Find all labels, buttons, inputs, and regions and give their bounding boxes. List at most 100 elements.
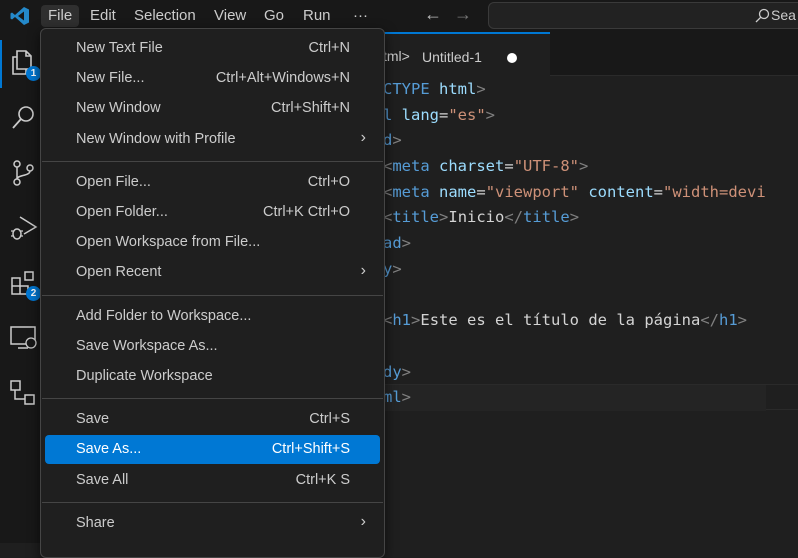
code-token: meta — [392, 182, 440, 201]
menu-item-label: Open Workspace from File... — [76, 234, 261, 251]
explorer-button[interactable]: 1 — [8, 48, 41, 81]
menu-separator — [42, 501, 383, 503]
remote-explorer-icon — [10, 326, 37, 349]
tab-untitled-1[interactable]: tml> Untitled-1 — [383, 32, 550, 76]
remote-explorer-button[interactable] — [8, 323, 38, 353]
code-token: ml — [383, 388, 402, 407]
menu-item-shortcut: Ctrl+Alt+Windows+N — [215, 70, 350, 87]
code-token: > — [439, 208, 449, 227]
search-button[interactable] — [8, 103, 38, 133]
menu-item-add-folder-to-workspace[interactable]: Add Folder to Workspace... — [45, 302, 380, 331]
menu-item-label: Open Folder... — [76, 204, 168, 220]
badge: 1 — [26, 66, 41, 81]
vscode-logo-icon — [10, 7, 29, 25]
code-token: > — [737, 311, 748, 330]
code-token: > — [411, 311, 421, 330]
menu-separator — [42, 294, 383, 296]
code-token: > — [392, 131, 402, 150]
menu-item-shortcut: Ctrl+N — [308, 40, 351, 56]
chevron-right-icon: › — [360, 512, 366, 530]
source-control-button[interactable] — [8, 158, 38, 188]
forward-arrow-icon[interactable]: → — [454, 4, 472, 25]
code-token: Inicio — [448, 208, 505, 227]
code-token: "width=devi — [663, 182, 766, 201]
code-token: title — [523, 208, 570, 227]
code-line: ml> — [383, 385, 766, 411]
code-line: CTYPE html> — [383, 77, 766, 103]
search-placeholder: Sea — [771, 7, 796, 23]
code-line: <title>Inicio</title> — [383, 205, 766, 231]
code-token: html — [439, 80, 477, 98]
back-arrow-icon[interactable]: ← — [424, 4, 442, 25]
menu-item-open-folder[interactable]: Open Folder... Ctrl+K Ctrl+O — [45, 198, 380, 227]
menu-edit[interactable]: Edit — [83, 5, 123, 27]
menu-item-duplicate-workspace[interactable]: Duplicate Workspace — [45, 362, 380, 391]
code-line: d> — [383, 128, 766, 154]
menu-item-open-recent[interactable]: Open Recent › — [45, 258, 380, 287]
menu-item-save-all[interactable]: Save All Ctrl+K S — [45, 466, 380, 495]
code-token: > — [392, 259, 402, 278]
code-token: = — [504, 157, 514, 176]
menu-run[interactable]: Run — [296, 5, 338, 27]
menu-item-label: Open Recent — [76, 264, 162, 281]
badge: 2 — [26, 286, 41, 301]
unsaved-dot-icon[interactable] — [507, 53, 517, 63]
code-token: > — [401, 388, 412, 407]
menu-item-new-window-with-profile[interactable]: New Window with Profile › — [45, 125, 380, 154]
code-token: > — [401, 362, 412, 381]
menu-item-label: New File... — [76, 70, 145, 87]
remote-tree-button[interactable] — [8, 378, 38, 408]
code-token: </ — [700, 311, 719, 330]
code-token: lang — [401, 105, 439, 124]
code-token: = — [653, 182, 664, 201]
code-line: <meta charset="UTF-8"> — [383, 154, 766, 180]
menu-item-label: Save All — [76, 471, 129, 488]
code-token: Este es el título de la página — [420, 311, 701, 330]
code-editor[interactable]: CTYPE html> l lang="es"> d> <meta charset="… — [383, 77, 766, 411]
menu-item-save-workspace-as[interactable]: Save Workspace As... — [45, 332, 380, 361]
code-line: y> — [383, 257, 766, 283]
menu-item-new-text-file[interactable]: New Text File Ctrl+N — [45, 34, 380, 63]
code-token: "es" — [448, 105, 486, 124]
code-token: charset — [439, 157, 505, 176]
code-token: l — [383, 105, 402, 124]
chevron-right-icon: › — [360, 262, 366, 280]
menu-item-open-workspace-from-file[interactable]: Open Workspace from File... — [45, 228, 380, 257]
command-center-search[interactable]: Sea — [488, 2, 798, 29]
menu-more[interactable]: ··· — [346, 5, 375, 27]
extensions-button[interactable]: 2 — [8, 268, 41, 301]
menu-item-save[interactable]: Save Ctrl+S — [45, 405, 380, 434]
code-token: h1 — [392, 311, 412, 330]
menu-file[interactable]: File — [41, 5, 80, 27]
code-token: = — [476, 182, 486, 201]
file-menu: New Text File Ctrl+N New File... Ctrl+Alt+W… — [40, 28, 385, 558]
menu-item-label: Duplicate Workspace — [76, 368, 213, 384]
menu-go[interactable]: Go — [257, 5, 291, 27]
menu-item-new-window[interactable]: New Window Ctrl+Shift+N — [45, 94, 380, 123]
menu-item-shortcut: Ctrl+K S — [295, 471, 350, 488]
tab-breadcrumb: tml> — [383, 48, 410, 64]
menu-item-label: Save Workspace As... — [76, 337, 218, 354]
code-token: </ — [504, 208, 524, 227]
menu-separator — [42, 398, 383, 400]
menu-view[interactable]: View — [207, 5, 253, 27]
menu-item-open-file[interactable]: Open File... Ctrl+O — [45, 168, 380, 197]
active-indicator — [0, 40, 2, 88]
menu-separator — [42, 160, 383, 162]
remote-tree-icon — [10, 380, 35, 405]
code-token: > — [485, 105, 496, 124]
menu-item-label: New Text File — [76, 40, 163, 56]
menu-item-save-as[interactable]: Save As... Ctrl+Shift+S — [45, 435, 380, 465]
run-debug-button[interactable] — [8, 213, 38, 243]
code-token: > — [476, 80, 486, 98]
menu-item-share[interactable]: Share › — [45, 509, 380, 538]
menu-selection[interactable]: Selection — [127, 5, 203, 27]
menu-item-new-file[interactable]: New File... Ctrl+Alt+Windows+N — [45, 64, 380, 93]
code-token: "UTF-8" — [513, 157, 580, 176]
code-token: CTYPE — [383, 80, 439, 98]
menu-item-label: Save As... — [76, 441, 142, 458]
code-token: > — [569, 208, 580, 227]
menu-item-shortcut: Ctrl+Shift+N — [271, 100, 350, 117]
